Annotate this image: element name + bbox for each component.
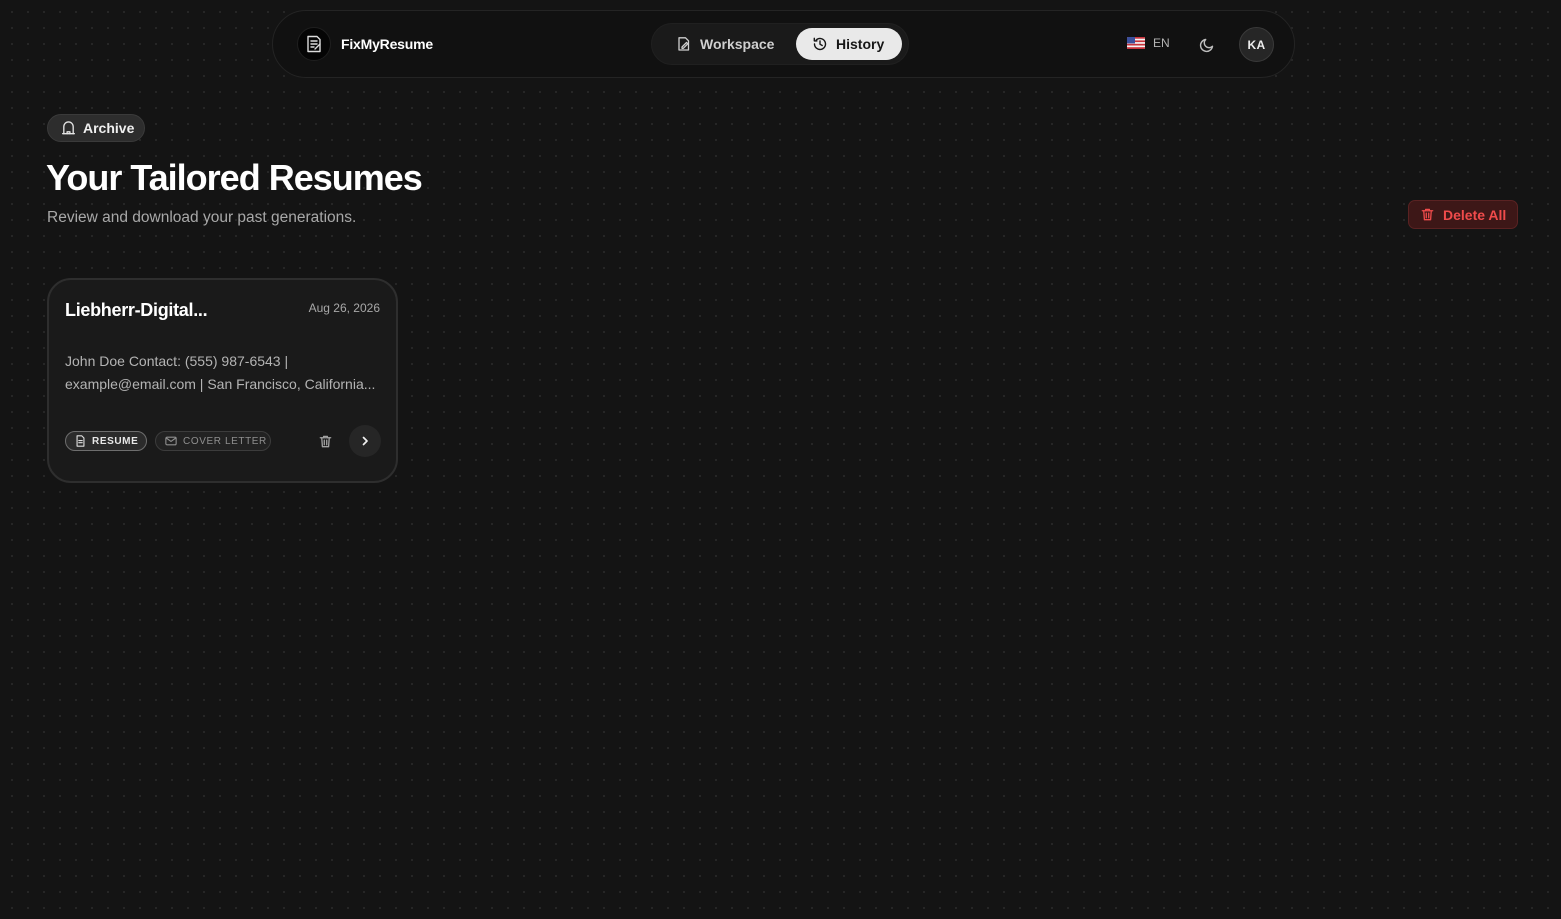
moon-icon	[1199, 37, 1215, 53]
archive-badge: Archive	[47, 114, 145, 142]
theme-toggle[interactable]	[1197, 35, 1217, 55]
card-title: Liebherr-Digital...	[65, 300, 208, 320]
archive-badge-label: Archive	[83, 120, 135, 136]
brand[interactable]: FixMyResume	[297, 27, 433, 61]
language-code: EN	[1153, 36, 1170, 50]
nav-history[interactable]: History	[796, 28, 902, 60]
delete-all-button[interactable]: Delete All	[1408, 200, 1518, 229]
nav-workspace-label: Workspace	[700, 36, 775, 52]
page-title: Your Tailored Resumes	[46, 157, 423, 198]
card-delete-button[interactable]	[316, 432, 334, 450]
trash-icon	[1420, 207, 1435, 222]
resume-tag[interactable]: RESUME	[65, 431, 147, 451]
chevron-right-icon	[359, 435, 371, 447]
mail-icon	[165, 436, 177, 446]
language-selector[interactable]: EN	[1127, 36, 1170, 50]
us-flag-icon	[1127, 37, 1145, 49]
user-avatar[interactable]: KA	[1239, 27, 1274, 62]
card-preview-line: John Doe Contact: (555) 987-6543 |	[65, 353, 289, 369]
cover-letter-tag[interactable]: COVER LETTER	[155, 431, 271, 451]
history-icon	[812, 36, 828, 52]
document-icon	[75, 435, 86, 447]
file-edit-icon	[676, 36, 692, 52]
top-navigation-bar: FixMyResume Workspace History EN KA	[272, 10, 1295, 78]
trash-icon	[318, 434, 333, 449]
brand-name: FixMyResume	[341, 36, 433, 52]
page-subtitle: Review and download your past generation…	[47, 209, 357, 226]
card-preview: John Doe Contact: (555) 987-6543 | examp…	[65, 350, 381, 396]
nav-history-label: History	[836, 36, 885, 52]
resume-tag-label: RESUME	[92, 435, 139, 447]
card-open-button[interactable]	[349, 425, 381, 457]
cover-letter-tag-label: COVER LETTER	[183, 435, 267, 447]
delete-all-label: Delete All	[1443, 206, 1507, 223]
card-preview-line: example@email.com | San Francisco, Calif…	[65, 376, 376, 392]
card-date: Aug 26, 2026	[308, 301, 380, 315]
resume-card[interactable]: Liebherr-Digital... Aug 26, 2026 John Do…	[47, 278, 398, 483]
nav-workspace[interactable]: Workspace	[666, 28, 794, 60]
archive-icon	[61, 120, 76, 136]
main-nav: Workspace History	[651, 23, 909, 65]
resume-logo-icon	[297, 27, 331, 61]
